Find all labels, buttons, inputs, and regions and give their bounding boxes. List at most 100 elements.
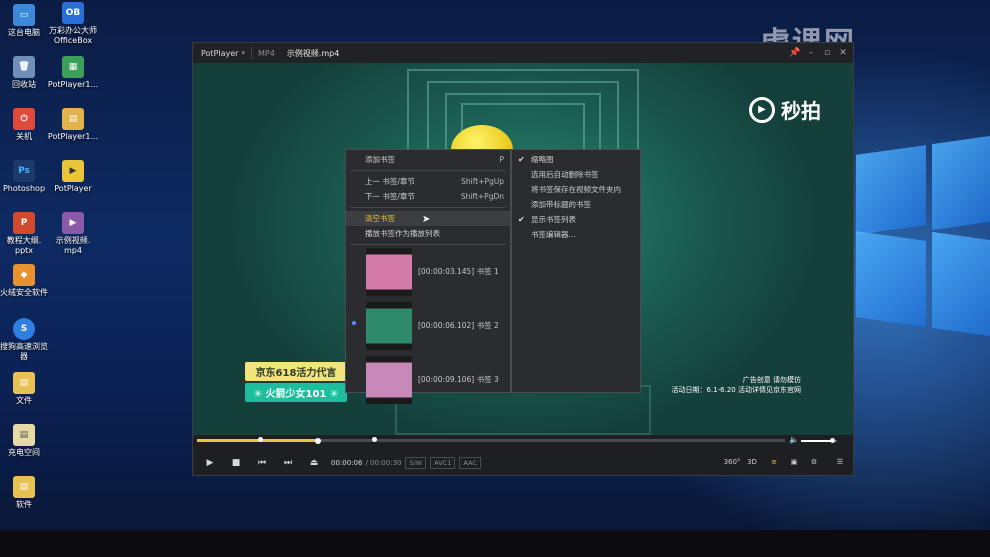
play-ring-icon: ▶ (749, 96, 775, 123)
submenu-item-save-in-folder[interactable]: 将书签保存在视频文件夹内 (512, 182, 640, 197)
bookmark-thumbnail (366, 356, 412, 404)
windows-logo-pane-tr (932, 135, 990, 231)
control-bar: ▶ ■ ⏮ ⏭ ⏏ 00:00:06 / 00:00:30 S/W AVC1 A… (193, 450, 853, 475)
tag-sw[interactable]: S/W (405, 456, 427, 469)
menu-item-clear-bookmarks[interactable]: 清空书签 ➤ (346, 211, 510, 226)
submenu-item-bookmark-editor[interactable]: 书签编辑器... (512, 227, 640, 242)
submenu-item-show-list[interactable]: ✔ 显示书签列表 (512, 212, 640, 227)
menu-item-next-bookmark[interactable]: 下一 书签/章节 Shift+PgDn (346, 189, 510, 204)
menu-item-shortcut: P (499, 155, 504, 164)
maximize-button[interactable]: ▫ (821, 47, 833, 59)
desktop-icon-potplayer-folder[interactable]: ▤ PotPlayer1... (41, 108, 105, 142)
menu-divider (350, 170, 506, 171)
volume-icon[interactable]: 🔈 (789, 435, 799, 444)
browser-icon: S (13, 318, 35, 340)
volume-level (801, 440, 832, 442)
desktop-icon-sample-video[interactable]: ▶ 示例视频. mp4 (41, 212, 105, 256)
menu-item-label: 下一 书签/章节 (365, 192, 415, 201)
miaopai-logo-text: 秒拍 (781, 99, 821, 123)
seek-bar[interactable] (197, 437, 785, 444)
recycle-bin-icon: 🗑 (13, 56, 35, 78)
eject-button[interactable]: ⏏ (301, 453, 327, 473)
desktop-icon-officebox[interactable]: OB 万彩办公大师 OfficeBox (41, 2, 105, 46)
bookmark-item-3[interactable]: [00:00:09.106] 书签 3 (346, 356, 510, 408)
bookmark-label: [00:00:06.102] 书签 2 (418, 321, 499, 330)
bookmark-item-1[interactable]: [00:00:03.145] 书签 1 (346, 248, 510, 300)
previous-button[interactable]: ⏮ (249, 453, 275, 473)
desktop-icon-label: 示例视频. mp4 (55, 236, 91, 255)
file-name-title: 示例视频.mp4 (286, 48, 340, 58)
gear-icon[interactable]: ⚙ (805, 454, 823, 470)
potplayer-icon: ▶ (62, 160, 84, 182)
bookmark-marker[interactable] (258, 437, 263, 442)
submenu-item-auto-delete[interactable]: 选用后自动删除书签 (512, 167, 640, 182)
power-icon: ⏻ (13, 108, 35, 130)
total-time: / 00:00:30 (365, 458, 402, 467)
ad-disclaimer-line2: 活动日期：6.1-6.20 活动详情见京东官网 (671, 386, 801, 394)
submenu-item-thumbnails[interactable]: ✔ 缩略图 (512, 152, 640, 167)
desktop-icon-label: 火绒安全软件 (0, 288, 48, 297)
3d-button[interactable]: 3D (743, 454, 761, 470)
play-button[interactable]: ▶ (197, 453, 223, 473)
chevron-down-icon[interactable]: ▾ (241, 49, 245, 57)
menu-divider (350, 207, 506, 208)
windows-logo-pane-bl (856, 231, 926, 327)
vr-360-button[interactable]: 360° (723, 454, 741, 470)
desktop-icon-label: PotPlayer (54, 184, 92, 193)
submenu-item-label: 显示书签列表 (531, 215, 576, 224)
close-button[interactable]: ✕ (837, 47, 849, 59)
miaopai-logo: ▶ 秒拍 (749, 95, 821, 124)
minimize-button[interactable]: – (805, 47, 817, 59)
bookmark-thumbnail (366, 248, 412, 296)
desktop-icon-label: 万彩办公大师 OfficeBox (49, 26, 97, 45)
desktop-icon-label: PotPlayer1... (47, 132, 99, 141)
stop-button[interactable]: ■ (223, 453, 249, 473)
officebox-icon: OB (62, 2, 84, 24)
menu-item-add-bookmark[interactable]: 添加书签 P (346, 152, 510, 167)
desktop-icon-label: PotPlayer1... (47, 80, 99, 89)
capture-button[interactable]: ▣ (785, 454, 803, 470)
desktop-icon-potplayer-archive[interactable]: ▦ PotPlayer1... (41, 56, 105, 90)
player-titlebar[interactable]: PotPlayer ▾ MP4 示例视频.mp4 📌 – ▫ ✕ (193, 43, 853, 63)
bookmark-context-menu: 添加书签 P 上一 书签/章节 Shift+PgUp 下一 书签/章节 Shif… (345, 149, 511, 404)
player-brand-menu[interactable]: PotPlayer (193, 49, 238, 58)
playlist-menu-icon[interactable]: ☰ (831, 454, 849, 470)
desktop-icon-label: 软件 (16, 500, 32, 509)
desktop-icon-huorong[interactable]: ◆ 火绒安全软件 (0, 264, 56, 298)
folder-icon: ▤ (13, 372, 35, 394)
submenu-item-label: 书签编辑器... (531, 230, 576, 239)
next-button[interactable]: ⏭ (275, 453, 301, 473)
desktop-icon-sogou-browser[interactable]: S 搜狗高速浏览 器 (0, 318, 56, 362)
pin-icon[interactable]: 📌 (789, 47, 801, 59)
check-icon: ✔ (518, 155, 525, 164)
shield-icon: ◆ (13, 264, 35, 286)
desktop-icon-files[interactable]: ▤ 文件 (0, 372, 56, 406)
tag-video-codec: AVC1 (430, 456, 456, 469)
menu-item-prev-bookmark[interactable]: 上一 书签/章节 Shift+PgUp (346, 174, 510, 189)
desktop-icon-potplayer[interactable]: ▶ PotPlayer (41, 160, 105, 194)
desktop-icon-software[interactable]: ▤ 软件 (0, 476, 56, 510)
seek-handle[interactable] (315, 437, 321, 444)
desktop-icon-label: 充电空间 (8, 448, 40, 457)
titlebar-divider (250, 47, 252, 59)
bookmark-item-2[interactable]: [00:00:06.102] 书签 2 (346, 302, 510, 354)
menu-item-label: 添加书签 (365, 155, 395, 164)
bookmark-search-icon[interactable]: ≡ (765, 454, 783, 470)
desktop-icon-charge-space[interactable]: ▤ 充电空间 (0, 424, 56, 458)
bookmark-label: [00:00:09.106] 书签 3 (418, 375, 499, 384)
check-icon: ✔ (518, 215, 525, 224)
submenu-item-label: 将书签保存在视频文件夹内 (531, 185, 621, 194)
ad-badge: 京东618活力代言 ✳ 火箭少女101 ✳ (245, 362, 347, 402)
volume-slider[interactable] (801, 438, 837, 443)
bookmark-marker[interactable] (372, 437, 377, 442)
archive-icon: ▦ (62, 56, 84, 78)
file-format-label: MP4 (257, 48, 275, 58)
menu-item-label: 清空书签 (365, 214, 395, 223)
folder-icon: ▤ (13, 476, 35, 498)
volume-handle[interactable] (830, 438, 835, 443)
submenu-item-titled-bookmark[interactable]: 添加带标题的书签 (512, 197, 640, 212)
ad-disclaimer: 广告创意 请勿模仿 活动日期：6.1-6.20 活动详情见京东官网 (672, 375, 801, 395)
tag-audio-codec: AAC (459, 456, 481, 469)
menu-item-bookmarks-as-playlist[interactable]: 播放书签作为播放列表 (346, 226, 510, 241)
submenu-item-label: 缩略图 (531, 155, 554, 164)
